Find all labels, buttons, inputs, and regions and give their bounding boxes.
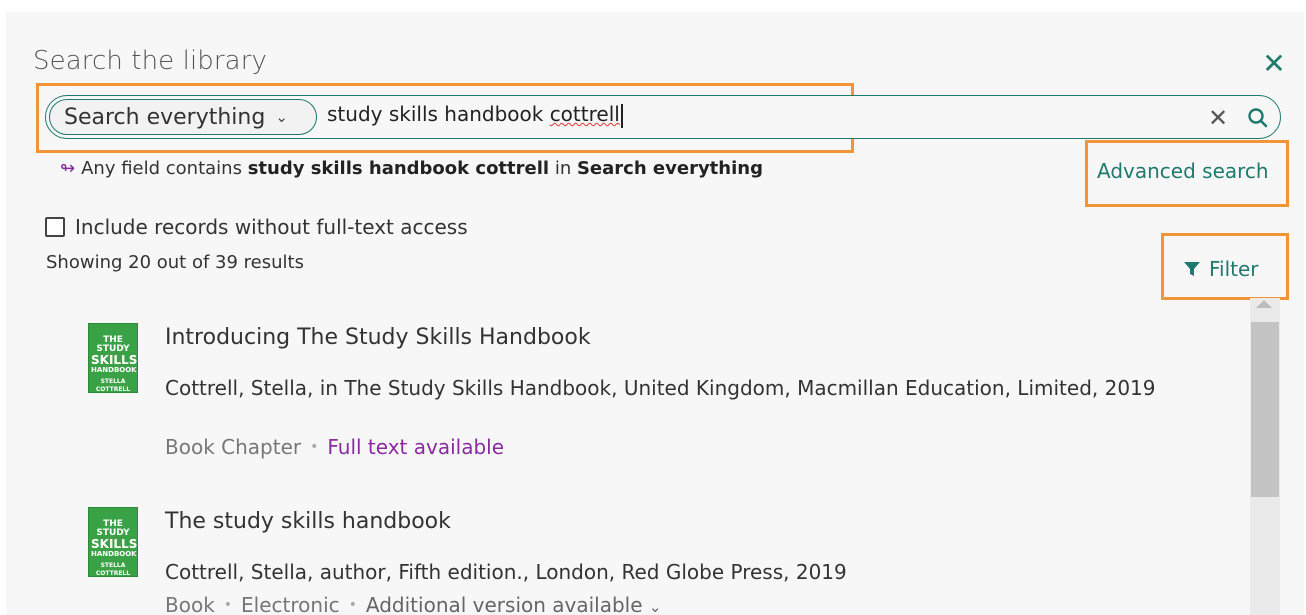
panel-title: Search the library <box>33 46 267 76</box>
filter-button[interactable]: Filter <box>1183 257 1259 281</box>
search-query-text: study skills handbook <box>327 102 550 126</box>
additional-version-label: Additional version available <box>365 593 643 615</box>
result-type: Book Chapter <box>165 435 302 459</box>
results-count: Showing 20 out of 39 results <box>46 252 304 273</box>
arrow-return-icon: ↬ <box>60 158 76 179</box>
result-type: Book <box>165 593 215 615</box>
search-scope-label: Search everything <box>64 104 266 130</box>
funnel-icon <box>1184 262 1200 276</box>
search-query-misspelled: cottrell <box>549 102 620 126</box>
result-meta: Cottrell, Stella, author, Fifth edition.… <box>165 560 847 584</box>
result-tags: Book Chapter • Full text available <box>165 435 504 459</box>
fulltext-checkbox[interactable] <box>45 217 65 237</box>
close-icon[interactable]: ✕ <box>1259 50 1289 80</box>
hint-term: study skills handbook cottrell <box>247 158 550 179</box>
clear-icon[interactable]: ✕ <box>1208 104 1228 132</box>
advanced-search-link[interactable]: Advanced search <box>1097 159 1269 183</box>
fulltext-toggle-label: Include records without full-text access <box>75 215 468 239</box>
result-tags: Book • Electronic • Additional version a… <box>165 593 661 615</box>
scroll-thumb[interactable] <box>1251 322 1279 497</box>
search-input[interactable]: study skills handbook cottrell <box>327 102 623 128</box>
chevron-down-icon: ⌄ <box>275 108 288 126</box>
hint-middle: in <box>554 158 572 179</box>
hint-scope: Search everything <box>576 158 763 179</box>
search-interpretation: ↬ Any field contains study skills handbo… <box>60 158 763 179</box>
book-cover-image[interactable]: THE STUDY SKILLS HANDBOOK STELLA COTTREL… <box>88 323 138 393</box>
result-meta: Cottrell, Stella, in The Study Skills Ha… <box>165 376 1156 400</box>
search-bar: Search everything ⌄ study skills handboo… <box>45 95 1281 139</box>
fulltext-toggle[interactable]: Include records without full-text access <box>45 215 468 239</box>
result-title[interactable]: The study skills handbook <box>165 509 451 534</box>
scroll-up-arrow-icon[interactable] <box>1256 300 1272 308</box>
search-scope-dropdown[interactable]: Search everything ⌄ <box>49 99 317 135</box>
separator-dot: • <box>310 439 319 455</box>
result-title[interactable]: Introducing The Study Skills Handbook <box>165 325 591 350</box>
book-cover-image[interactable]: THE STUDY SKILLS HANDBOOK STELLA COTTREL… <box>88 507 138 577</box>
result-item: THE STUDY SKILLS HANDBOOK STELLA COTTREL… <box>88 507 1198 615</box>
chevron-down-icon: ⌄ <box>648 598 662 615</box>
fulltext-link[interactable]: Full text available <box>327 435 504 459</box>
text-caret <box>620 103 623 128</box>
separator-dot: • <box>223 597 233 613</box>
result-format: Electronic <box>241 593 340 615</box>
results-scrollbar[interactable] <box>1250 298 1280 615</box>
separator-dot: • <box>348 597 357 613</box>
filter-label: Filter <box>1209 257 1259 281</box>
additional-version-link[interactable]: Additional version available ⌄ <box>366 593 662 615</box>
hint-prefix: Any field contains <box>81 158 242 179</box>
search-icon[interactable] <box>1244 104 1272 132</box>
result-item: THE STUDY SKILLS HANDBOOK STELLA COTTREL… <box>88 323 1198 463</box>
